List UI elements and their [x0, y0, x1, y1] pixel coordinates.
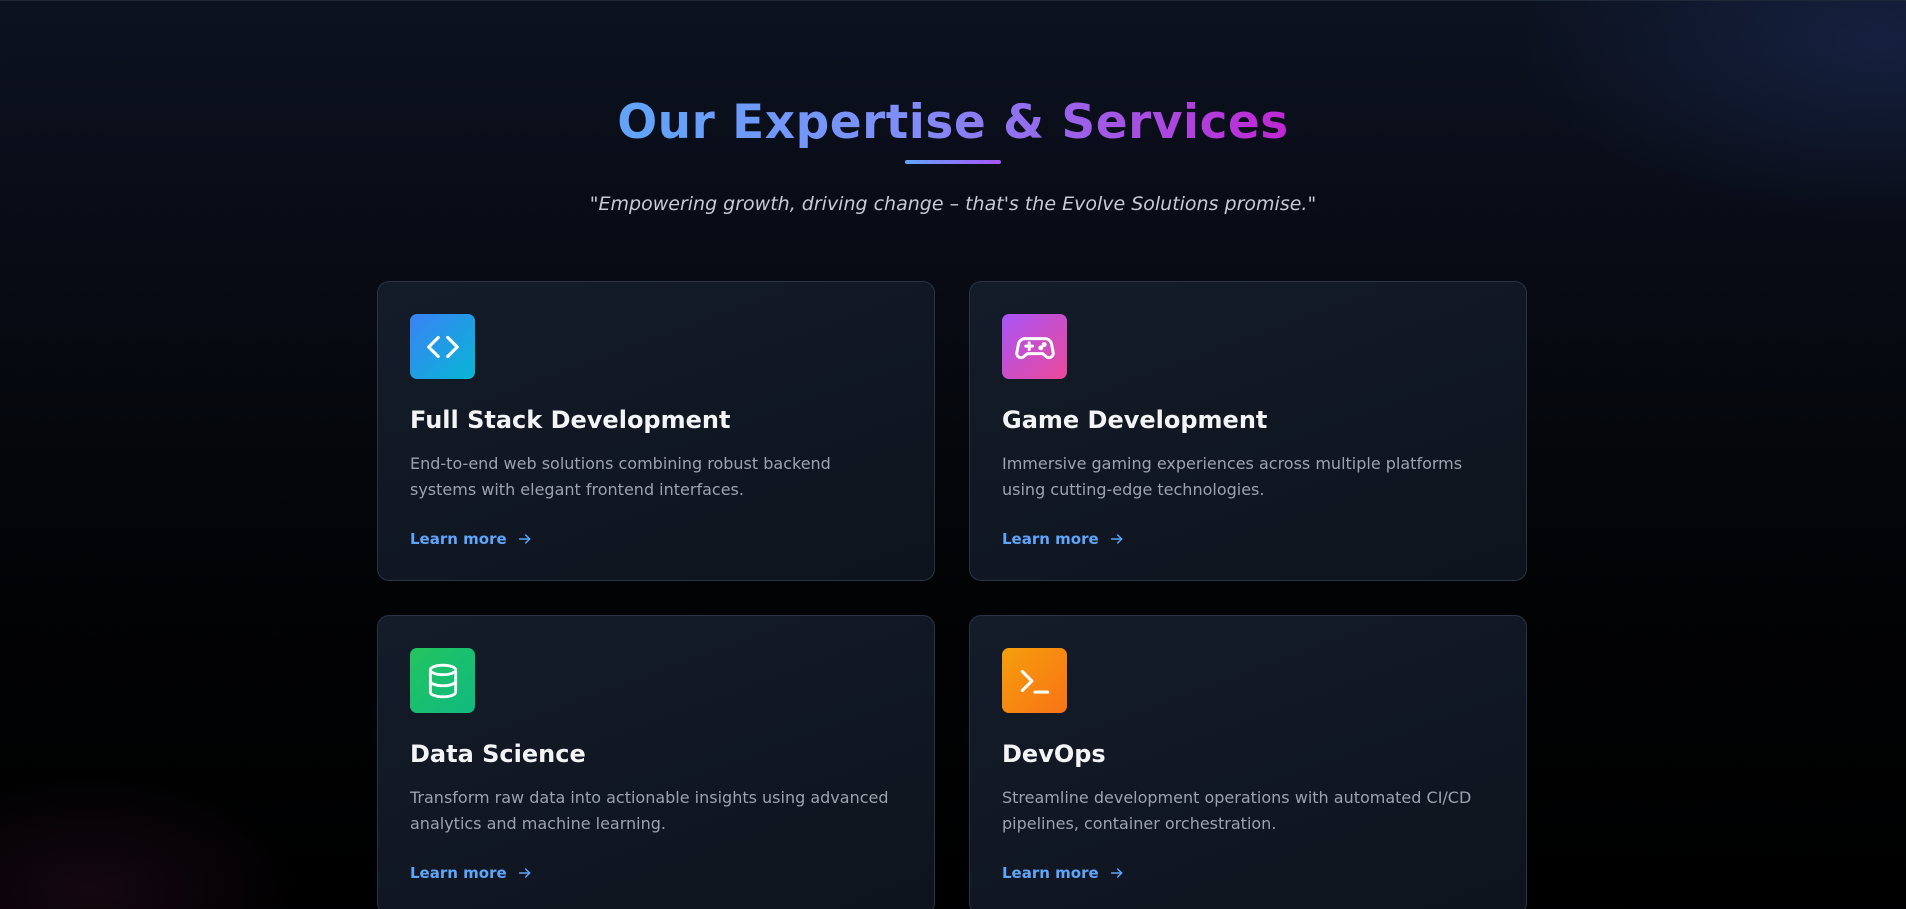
learn-more-label: Learn more	[1002, 864, 1099, 882]
service-icon-box	[1002, 314, 1067, 379]
arrow-right-icon	[1110, 868, 1123, 878]
service-icon-box	[410, 314, 475, 379]
learn-more-link[interactable]: Learn more	[1002, 528, 1125, 550]
code-icon	[426, 335, 459, 358]
title-underline	[905, 160, 1001, 164]
service-card-data-science: Data Science Transform raw data into act…	[377, 615, 935, 909]
service-title: Full Stack Development	[410, 406, 731, 434]
section-title: Our Expertise & Services	[0, 93, 1906, 153]
service-title: Game Development	[1002, 406, 1268, 434]
service-icon-box	[410, 648, 475, 713]
service-title: DevOps	[1002, 740, 1106, 768]
learn-more-label: Learn more	[410, 530, 507, 548]
learn-more-link[interactable]: Learn more	[410, 862, 533, 884]
learn-more-label: Learn more	[1002, 530, 1099, 548]
service-icon-box	[1002, 648, 1067, 713]
learn-more-label: Learn more	[410, 864, 507, 882]
arrow-right-icon	[518, 534, 531, 544]
service-description: End-to-end web solutions combining robus…	[410, 454, 831, 499]
service-description: Transform raw data into actionable insig…	[410, 788, 889, 833]
service-description: Streamline development operations with a…	[1002, 788, 1472, 833]
service-title: Data Science	[410, 740, 586, 768]
section-tagline: "Empowering growth, driving change – tha…	[589, 193, 1317, 215]
learn-more-link[interactable]: Learn more	[410, 528, 533, 550]
services-section: Our Expertise & Services "Empowering gro…	[0, 0, 1906, 909]
terminal-icon	[1020, 669, 1049, 694]
arrow-right-icon	[518, 868, 531, 878]
arrow-right-icon	[1110, 534, 1123, 544]
service-card-game-dev: Game Development Immersive gaming experi…	[969, 281, 1527, 581]
gamepad-icon	[1014, 336, 1055, 359]
service-description: Immersive gaming experiences across mult…	[1002, 454, 1463, 499]
database-icon	[428, 663, 457, 698]
learn-more-link[interactable]: Learn more	[1002, 862, 1125, 884]
section-title-text: Our Expertise & Services	[617, 95, 1289, 150]
service-card-full-stack: Full Stack Development End-to-end web so…	[377, 281, 935, 581]
service-card-devops: DevOps Streamline development operations…	[969, 615, 1527, 909]
